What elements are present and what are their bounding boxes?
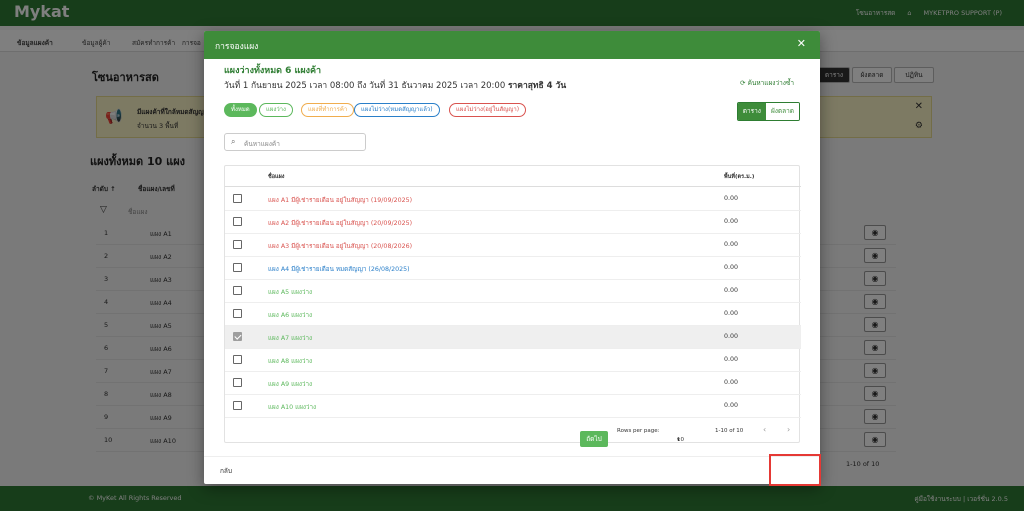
table-row[interactable]: แผง A4 มีผู้เช่ารายเดือน หมดสัญญา (26/08… (225, 257, 801, 280)
row-checkbox[interactable] (233, 309, 242, 318)
search-placeholder: ค้นหาแผงค้า (244, 140, 280, 148)
back-button[interactable]: กลับ (220, 466, 232, 476)
filter-chip-free[interactable]: แผงว่าง (259, 103, 293, 117)
table-header: ชื่อแผง พื้นที่(ตร.ม.) (225, 166, 801, 187)
row-checkbox[interactable] (233, 240, 242, 249)
stall-area: 0.00 (724, 264, 739, 271)
page-range: 1-10 of 10 (715, 428, 744, 434)
filter-chip-in-contract[interactable]: แผงไม่ว่าง(อยู่ในสัญญา) (449, 103, 527, 117)
stall-name: แผง A8 แผงว่าง (268, 358, 313, 365)
stall-area: 0.00 (724, 310, 739, 317)
stall-table: ชื่อแผง พื้นที่(ตร.ม.) แผง A1 มีผู้เช่าร… (224, 165, 801, 443)
caret-down-icon: ▾ (677, 437, 680, 443)
refresh-icon: ⟳ (740, 79, 748, 87)
table-row[interactable]: แผง A10 แผงว่าง 0.00 (225, 395, 801, 418)
stall-name: แผง A5 แผงว่าง (268, 289, 313, 296)
row-checkbox[interactable] (233, 286, 242, 295)
stall-area: 0.00 (724, 218, 739, 225)
date-range: วันที่ 1 กันยายน 2025 เวลา 08:00 ถึง วัน… (224, 78, 566, 92)
table-row[interactable]: แผง A7 แผงว่าง 0.00 (225, 326, 801, 349)
filter-chip-all[interactable]: ทั้งหมด (224, 103, 257, 117)
close-icon[interactable]: ✕ (797, 37, 806, 50)
row-checkbox[interactable] (233, 194, 242, 203)
stall-area: 0.00 (724, 379, 739, 386)
stall-name: แผง A3 มีผู้เช่ารายเดือน อยู่ในสัญญา (20… (268, 243, 413, 250)
stall-search-input[interactable]: ⌕ ค้นหาแผงค้า (224, 133, 366, 151)
table-row[interactable]: แผง A9 แผงว่าง 0.00 (225, 372, 801, 395)
row-checkbox[interactable] (233, 263, 242, 272)
table-pagination: Rows per page: 10 ▾ 1-10 of 10 ‹ › (225, 419, 801, 443)
col-header-name[interactable]: ชื่อแผง (268, 173, 285, 181)
search-icon: ⌕ (231, 137, 236, 146)
next-page-icon[interactable]: › (787, 425, 790, 434)
stall-name: แผง A6 แผงว่าง (268, 312, 313, 319)
view-table-button[interactable]: ตาราง (737, 103, 766, 120)
stall-name: แผง A9 แผงว่าง (268, 381, 313, 388)
modal-title: การจองแผง (215, 42, 259, 52)
stall-area: 0.00 (724, 287, 739, 294)
stall-area: 0.00 (724, 241, 739, 248)
next-button[interactable]: ถัดไป (580, 431, 608, 447)
view-toggle: ตาราง ผังตลาด (736, 102, 800, 121)
row-checkbox[interactable] (233, 332, 242, 341)
modal-footer: กลับ (204, 456, 820, 484)
table-row[interactable]: แผง A3 มีผู้เช่ารายเดือน อยู่ในสัญญา (20… (225, 234, 801, 257)
prev-page-icon[interactable]: ‹ (763, 425, 766, 434)
stall-area: 0.00 (724, 402, 739, 409)
net-price-label: ราคาสุทธิ 4 วัน (507, 81, 567, 91)
rows-per-page-label: Rows per page: (617, 428, 660, 434)
filter-chip-expired[interactable]: แผงไม่ว่าง(หมดสัญญาแล้ว) (354, 103, 440, 117)
table-row[interactable]: แผง A5 แผงว่าง 0.00 (225, 280, 801, 303)
table-row[interactable]: แผง A8 แผงว่าง 0.00 (225, 349, 801, 372)
date-range-text: วันที่ 1 กันยายน 2025 เวลา 08:00 ถึง วัน… (224, 81, 506, 91)
view-map-button[interactable]: ผังตลาด (765, 103, 799, 120)
highlight-annotation (769, 454, 821, 486)
stall-name: แผง A1 มีผู้เช่ารายเดือน อยู่ในสัญญา (19… (268, 197, 413, 204)
col-header-area[interactable]: พื้นที่(ตร.ม.) (724, 173, 754, 181)
row-checkbox[interactable] (233, 401, 242, 410)
stall-name: แผง A10 แผงว่าง (268, 404, 317, 411)
search-empty-again-link[interactable]: ⟳ ค้นหาแผงว่างซ้ำ (740, 78, 794, 88)
stall-area: 0.00 (724, 356, 739, 363)
row-checkbox[interactable] (233, 217, 242, 226)
table-row[interactable]: แผง A6 แผงว่าง 0.00 (225, 303, 801, 326)
stall-name: แผง A2 มีผู้เช่ารายเดือน อยู่ในสัญญา (20… (268, 220, 413, 227)
stall-area: 0.00 (724, 333, 739, 340)
search-empty-again-label: ค้นหาแผงว่างซ้ำ (747, 79, 794, 87)
stall-area: 0.00 (724, 195, 739, 202)
stall-name: แผง A7 แผงว่าง (268, 335, 313, 342)
filter-chip-trading[interactable]: แผงที่ทำการค้า (301, 103, 355, 117)
booking-modal: การจองแผง ✕ แผงว่างทั้งหมด 6 แผงค้า วันท… (204, 31, 820, 484)
row-checkbox[interactable] (233, 378, 242, 387)
row-checkbox[interactable] (233, 355, 242, 364)
table-row[interactable]: แผง A1 มีผู้เช่ารายเดือน อยู่ในสัญญา (19… (225, 188, 801, 211)
stall-name: แผง A4 มีผู้เช่ารายเดือน หมดสัญญา (26/08… (268, 266, 410, 273)
table-row[interactable]: แผง A2 มีผู้เช่ารายเดือน อยู่ในสัญญา (20… (225, 211, 801, 234)
modal-header: การจองแผง ✕ (204, 31, 820, 59)
available-stalls-headline: แผงว่างทั้งหมด 6 แผงค้า (224, 66, 322, 76)
